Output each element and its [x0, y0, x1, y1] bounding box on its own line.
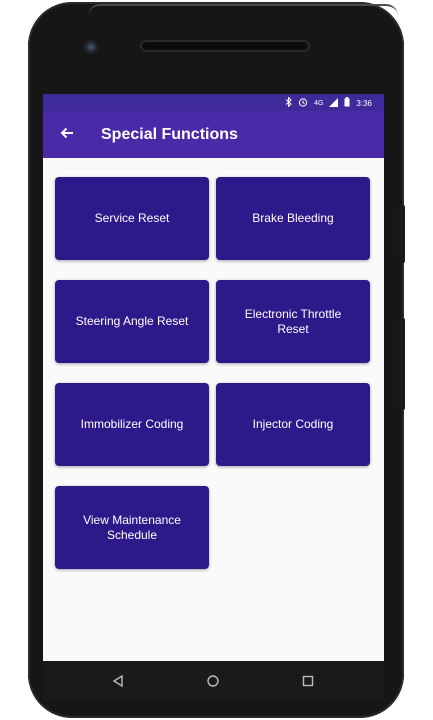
- phone-side-button-lower: [399, 318, 405, 410]
- back-arrow-icon[interactable]: [57, 123, 77, 143]
- button-label: Service Reset: [94, 211, 170, 225]
- immobilizer-coding-button[interactable]: Immobilizer Coding: [55, 383, 209, 466]
- app-screen: 4G 3:36 Special Functions Service Reset …: [43, 94, 384, 701]
- button-label: Brake Bleeding: [252, 211, 334, 225]
- bluetooth-icon: [285, 96, 292, 110]
- battery-icon: [344, 97, 350, 110]
- nav-home-icon[interactable]: [204, 672, 222, 690]
- service-reset-button[interactable]: Service Reset: [55, 177, 209, 260]
- steering-angle-reset-button[interactable]: Steering Angle Reset: [55, 280, 209, 363]
- clock: 3:36: [356, 99, 372, 108]
- button-label: Steering Angle Reset: [75, 314, 189, 328]
- alarm-icon: [298, 97, 308, 110]
- button-label: Injector Coding: [252, 417, 334, 431]
- front-camera: [84, 40, 98, 54]
- earpiece-speaker: [142, 42, 308, 50]
- network-type: 4G: [314, 100, 324, 107]
- button-label: Immobilizer Coding: [80, 417, 184, 431]
- app-bar: Special Functions: [43, 111, 384, 158]
- nav-recents-icon[interactable]: [299, 672, 317, 690]
- phone-side-button-upper: [399, 205, 405, 263]
- view-maintenance-schedule-button[interactable]: View Maintenance Schedule: [55, 486, 209, 569]
- nav-back-icon[interactable]: [109, 672, 127, 690]
- signal-icon: [329, 97, 339, 110]
- phone-top-edge: [88, 4, 398, 16]
- page-title: Special Functions: [101, 126, 238, 143]
- button-label: Electronic Throttle Reset: [244, 306, 342, 336]
- status-bar: 4G 3:36: [43, 94, 384, 111]
- button-label: View Maintenance Schedule: [83, 512, 181, 542]
- brake-bleeding-button[interactable]: Brake Bleeding: [216, 177, 370, 260]
- injector-coding-button[interactable]: Injector Coding: [216, 383, 370, 466]
- electronic-throttle-reset-button[interactable]: Electronic Throttle Reset: [216, 280, 370, 363]
- system-nav-bar: [43, 661, 384, 701]
